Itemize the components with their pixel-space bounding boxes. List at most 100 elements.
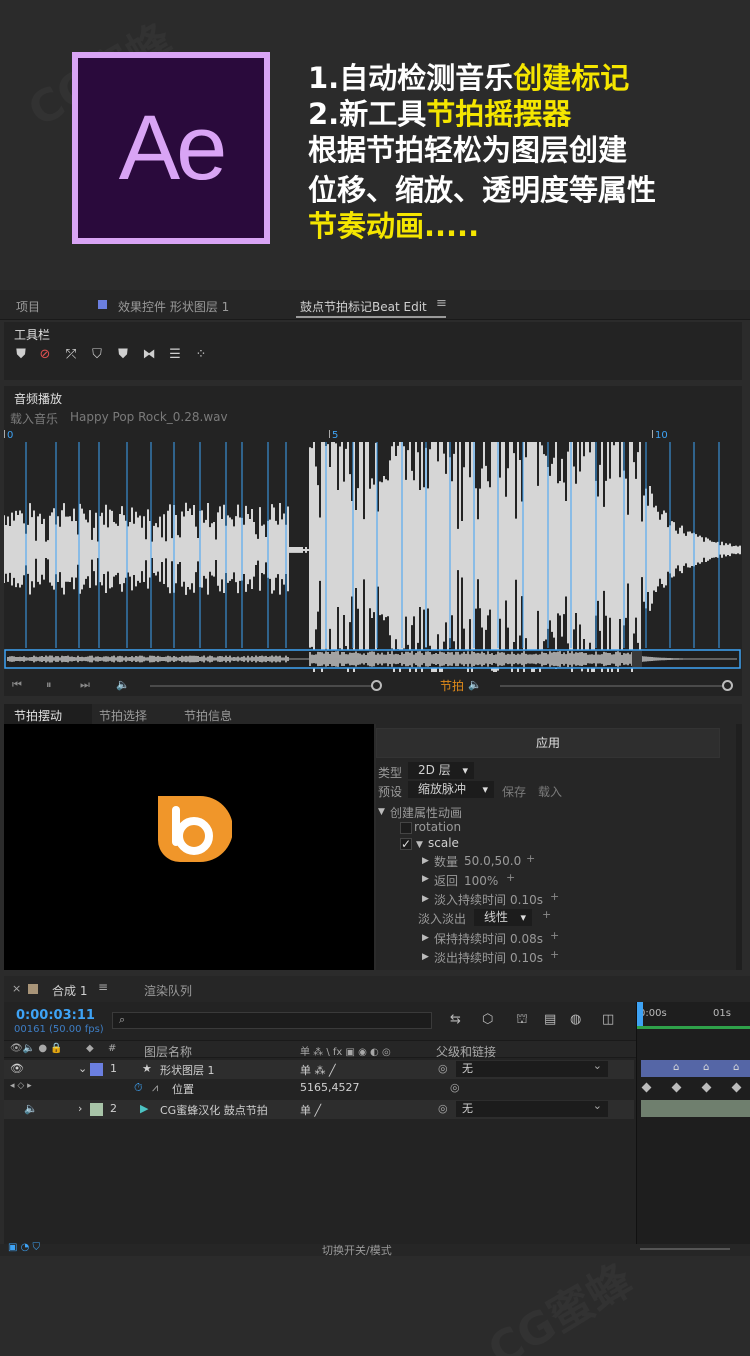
scale-checkbox[interactable]: ✓ — [400, 838, 412, 850]
pickwhip-icon[interactable]: ◎ — [438, 1102, 448, 1115]
amount-expand-icon[interactable]: ▶ — [422, 856, 429, 866]
remove-marker-icon[interactable]: ⊘ — [38, 348, 52, 362]
tab-composition-1[interactable]: 合成 1 — [52, 982, 87, 999]
hold-duration-value[interactable]: 0.08s — [510, 932, 543, 946]
load-music-button[interactable]: 载入音乐 — [10, 410, 58, 427]
tab-beat-select[interactable]: 节拍选择 — [99, 707, 147, 724]
beat-marker-icon[interactable]: ⌂ — [703, 1062, 709, 1073]
motion-blur-icon[interactable]: ◍ — [570, 1012, 581, 1027]
layer-switches[interactable]: 单 ⁂ ╱ — [300, 1062, 336, 1078]
fade-out-duration-value[interactable]: 0.10s — [510, 951, 543, 965]
properties-scrollbar[interactable] — [736, 724, 742, 970]
playhead-slider-knob[interactable] — [371, 680, 382, 691]
align-markers-icon[interactable]: ☰ — [168, 348, 182, 362]
position-value[interactable]: 5165,4527 — [300, 1081, 360, 1094]
playhead-marker[interactable] — [637, 1002, 643, 1026]
fade-in-expand-icon[interactable]: ▶ — [422, 894, 429, 904]
scale-expand-icon[interactable]: ▼ — [416, 840, 423, 850]
audio-speaker-icon[interactable]: 🔈 — [24, 1102, 38, 1115]
tab-effect-controls[interactable]: 效果控件 形状图层 1 — [118, 298, 229, 315]
add-return-icon[interactable]: + — [506, 871, 515, 884]
tab-render-queue[interactable]: 渲染队列 — [144, 982, 192, 999]
layer-search-input[interactable]: ⌕ — [112, 1012, 432, 1029]
zoom-slider[interactable] — [640, 1248, 730, 1250]
keyframe[interactable] — [731, 1082, 742, 1093]
tab-project[interactable]: 项目 — [16, 298, 40, 315]
frame-blending-icon[interactable]: ▤ — [544, 1012, 556, 1027]
toggle-switches-modes[interactable]: 切换开关/模式 — [322, 1242, 392, 1258]
tab-beat-edit[interactable]: 鼓点节拍标记Beat Edit — [300, 298, 427, 315]
return-value[interactable]: 100% — [464, 874, 498, 888]
current-timecode[interactable]: 0:00:03:11 — [16, 1008, 95, 1023]
scatter-markers-icon[interactable]: ⁘ — [194, 348, 208, 362]
fade-curve-dropdown[interactable]: 线性 — [474, 909, 532, 926]
layer-2-bar[interactable] — [641, 1100, 750, 1117]
beat-marker-icon[interactable]: ⌂ — [733, 1062, 739, 1073]
layer-label-color[interactable] — [90, 1063, 103, 1076]
close-tab-icon[interactable]: × — [12, 982, 21, 995]
tab-beat-info[interactable]: 节拍信息 — [184, 707, 232, 724]
keyframe-nav-icon[interactable]: ◂ ◇ ▸ — [10, 1081, 32, 1091]
rotation-checkbox[interactable] — [400, 822, 412, 834]
layer-label-color[interactable] — [90, 1103, 103, 1116]
amount-value[interactable]: 50.0,50.0 — [464, 854, 521, 868]
hold-expand-icon[interactable]: ▶ — [422, 933, 429, 943]
playhead-slider-track[interactable] — [150, 685, 376, 687]
apply-button[interactable]: 应用 — [376, 728, 720, 758]
expand-chevron-icon[interactable]: › — [78, 1102, 82, 1115]
visibility-eye-icon[interactable]: 👁 — [10, 1062, 24, 1075]
add-amount-icon[interactable]: + — [526, 852, 535, 865]
footer-toggle-icons[interactable]: ▣ ◔ ⛉ — [8, 1242, 40, 1253]
beat-volume-slider-knob[interactable] — [722, 680, 733, 691]
keyframe[interactable] — [701, 1082, 712, 1093]
add-fade-out-icon[interactable]: + — [550, 948, 559, 961]
keyframe[interactable] — [641, 1082, 652, 1093]
marker-comment-icon[interactable]: ⛉ — [90, 348, 104, 362]
layer-name-column[interactable]: 图层名称 — [144, 1043, 192, 1060]
add-fade-icon[interactable]: + — [542, 908, 551, 921]
type-dropdown[interactable]: 2D 层 — [408, 762, 474, 779]
skip-back-icon[interactable]: ⏮ — [12, 678, 22, 692]
stopwatch-icon[interactable]: ⏱ — [134, 1081, 143, 1095]
parent-link-column[interactable]: 父级和链接 — [436, 1043, 496, 1060]
comp-mini-flowchart-icon[interactable]: ⇆ — [450, 1012, 461, 1027]
layer-row[interactable]: 🔈 › 2 ▶ CG蜜蜂汉化 鼓点节拍 单 ╱ ◎ 无 — [4, 1098, 634, 1119]
save-preset-button[interactable]: 保存 — [502, 783, 526, 800]
draft-3d-icon[interactable]: ⬡ — [482, 1012, 493, 1027]
layer-switches[interactable]: 单 ╱ — [300, 1102, 321, 1118]
preset-dropdown[interactable]: 缩放脉冲 — [408, 781, 494, 798]
fade-out-expand-icon[interactable]: ▶ — [422, 952, 429, 962]
layer-row[interactable]: 👁 ⌄ 1 ★ 形状图层 1 单 ⁂ ╱ ◎ 无 — [4, 1058, 634, 1079]
skip-forward-icon[interactable]: ⏭ — [80, 678, 90, 692]
expand-triangle-icon[interactable]: ▼ — [378, 807, 385, 817]
marker-sync-icon[interactable]: ⧓ — [142, 348, 156, 362]
add-fade-in-icon[interactable]: + — [550, 890, 559, 903]
graph-editor-icon[interactable]: ◫ — [602, 1012, 614, 1027]
audio-waveform[interactable] — [4, 442, 742, 672]
beat-marker-icon[interactable]: ⌂ — [673, 1062, 679, 1073]
comp-menu-icon[interactable]: ≡ — [98, 980, 108, 994]
expression-pickwhip-icon[interactable]: ◎ — [450, 1081, 460, 1094]
pickwhip-icon[interactable]: ◎ — [438, 1062, 448, 1075]
collapse-chevron-icon[interactable]: ⌄ — [78, 1062, 87, 1075]
work-area-bar[interactable] — [637, 1026, 750, 1029]
marker-to-keys-icon[interactable]: ⤱ — [64, 348, 78, 362]
shy-layers-icon[interactable]: ⛫ — [516, 1012, 528, 1029]
pause-icon[interactable]: ⏸ — [46, 678, 52, 692]
volume-icon[interactable]: 🔈 — [116, 678, 130, 691]
panel-menu-icon[interactable]: ≡ — [436, 296, 447, 311]
add-hold-icon[interactable]: + — [550, 929, 559, 942]
tab-beat-wiggle[interactable]: 节拍摆动 — [14, 707, 62, 724]
layer-name[interactable]: 形状图层 1 — [160, 1062, 215, 1078]
timeline-track-area[interactable]: 0:00s 01s ⌂ ⌂ ⌂ — [636, 1002, 750, 1256]
parent-dropdown[interactable]: 无 — [456, 1098, 608, 1117]
beat-volume-slider-track[interactable] — [500, 685, 726, 687]
layer-name[interactable]: CG蜜蜂汉化 鼓点节拍 — [160, 1102, 268, 1118]
add-marker-icon[interactable]: ⛊ — [14, 348, 28, 362]
return-expand-icon[interactable]: ▶ — [422, 874, 429, 884]
marker-shield-icon[interactable]: ⛊ — [116, 348, 130, 362]
load-preset-button[interactable]: 载入 — [538, 783, 562, 800]
parent-dropdown[interactable]: 无 — [456, 1058, 608, 1077]
beat-volume-icon[interactable]: 🔈 — [468, 678, 482, 691]
keyframe[interactable] — [671, 1082, 682, 1093]
